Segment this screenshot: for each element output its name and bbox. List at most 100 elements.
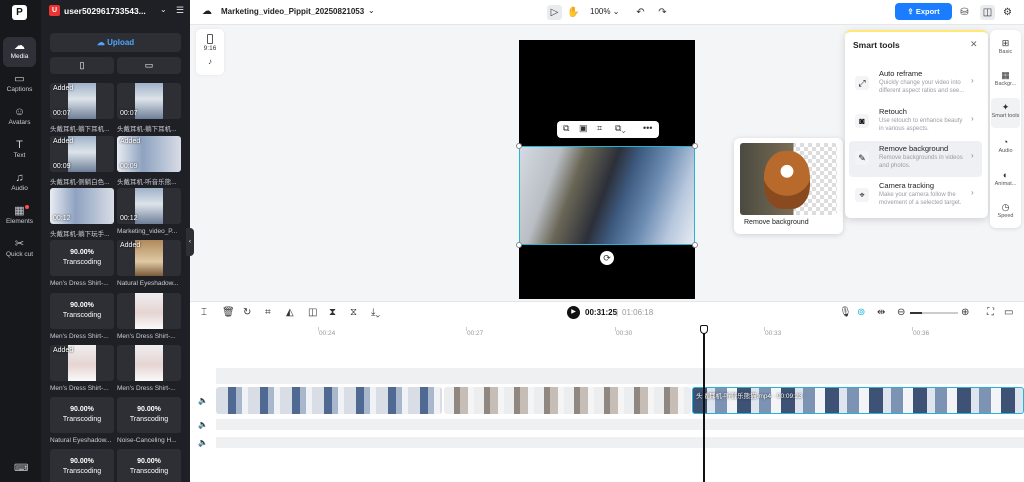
collapse-panel-handle[interactable]: ‹ bbox=[186, 228, 194, 256]
media-tile[interactable]: 90.00% Transcoding bbox=[50, 293, 114, 329]
more-icon[interactable]: ••• bbox=[643, 123, 652, 133]
keyboard-shortcuts-icon[interactable]: ⌨ bbox=[14, 463, 28, 474]
close-icon[interactable]: ✕ bbox=[970, 39, 978, 50]
phone-format-button[interactable]: ▯ bbox=[50, 57, 114, 74]
link-icon[interactable]: ⇹ bbox=[877, 307, 885, 318]
play-button[interactable]: ▶ bbox=[567, 306, 580, 319]
media-tile[interactable]: Added 00:09 bbox=[117, 136, 181, 172]
user-bar[interactable]: U user502961733543... ⌄ ☰ bbox=[49, 5, 184, 19]
smart-tool-auto-reframe[interactable]: ⤢ Auto reframe Quickly change your video… bbox=[849, 66, 982, 102]
media-tile[interactable]: Added 00:09 bbox=[50, 136, 114, 172]
zoom-out-icon[interactable]: ⊖ bbox=[897, 307, 905, 318]
nav-item-quick-cut[interactable]: ✂ Quick cut bbox=[3, 235, 36, 265]
media-tile[interactable]: Added 00:07 bbox=[50, 83, 114, 119]
chevron-down-icon[interactable]: ⌄ bbox=[160, 5, 167, 14]
chevron-down-icon[interactable]: ⌄ bbox=[368, 6, 375, 15]
media-tile[interactable]: 90.00% Transcoding bbox=[50, 397, 114, 433]
media-tile[interactable]: 00:07 bbox=[117, 83, 181, 119]
caption-icon[interactable]: ▭ bbox=[1004, 307, 1013, 318]
nav-item-captions[interactable]: ▭ Captions bbox=[3, 70, 36, 100]
audio-track[interactable] bbox=[216, 437, 1024, 448]
smart-tool-retouch[interactable]: ◙ Retouch Use retouch to enhance beauty … bbox=[849, 104, 982, 140]
delete-icon[interactable]: 🗑 bbox=[222, 307, 235, 318]
media-name: 头戴耳机-躺下耳机... bbox=[50, 126, 110, 133]
pointer-tool-icon[interactable]: ▷ bbox=[547, 5, 562, 20]
app-logo[interactable]: P bbox=[12, 5, 27, 20]
track-volume-icon[interactable]: 🔈 bbox=[198, 438, 208, 447]
export-button[interactable]: ⇪ Export bbox=[895, 3, 952, 20]
media-tile[interactable]: 00:12 bbox=[117, 188, 181, 224]
track-volume-icon[interactable]: 🔈 bbox=[198, 396, 208, 405]
nav-item-elements[interactable]: ▦ Elements bbox=[3, 202, 36, 232]
smart-crop-icon[interactable]: ▣ bbox=[579, 123, 588, 134]
audio-track[interactable] bbox=[216, 419, 1024, 430]
microphone-icon[interactable]: 🎙 bbox=[839, 307, 852, 318]
tab-background[interactable]: ▦ Backgr... bbox=[991, 66, 1020, 96]
panel-layout-icon[interactable]: ◫ bbox=[980, 5, 995, 20]
resize-handle[interactable] bbox=[516, 143, 522, 149]
nav-item-audio[interactable]: ♫ Audio bbox=[3, 169, 36, 199]
rotate-handle-icon[interactable]: ⟳ bbox=[600, 251, 614, 265]
media-tile[interactable]: 00:12 bbox=[50, 188, 114, 224]
video-clip[interactable] bbox=[444, 387, 691, 414]
flip-icon[interactable]: ◭ bbox=[286, 307, 294, 318]
media-tile[interactable] bbox=[117, 293, 181, 329]
duplicate-icon[interactable]: ⧉⌄ bbox=[615, 123, 626, 134]
video-clip[interactable] bbox=[216, 387, 442, 414]
hand-tool-icon[interactable]: ✋ bbox=[566, 5, 581, 20]
freeze-icon[interactable]: ⧗ bbox=[329, 307, 336, 318]
nav-item-media[interactable]: ☁ Media bbox=[3, 37, 36, 67]
selected-video-clip[interactable]: 头戴耳机-听音乐熊猫.mp4 · 00:09:23 bbox=[692, 387, 1024, 414]
timeline-zoom-slider[interactable] bbox=[910, 312, 958, 314]
tiktok-icon: ♪ bbox=[208, 57, 212, 66]
sort-icon[interactable]: ☰ bbox=[176, 5, 184, 16]
nav-item-avatars[interactable]: ☺ Avatars bbox=[3, 103, 36, 133]
resize-handle[interactable] bbox=[692, 143, 698, 149]
tab-audio[interactable]: ◔ Audio bbox=[991, 133, 1020, 163]
media-tile[interactable]: Added bbox=[50, 345, 114, 381]
resize-handle[interactable] bbox=[692, 242, 698, 248]
canvas-selected-video[interactable] bbox=[519, 146, 695, 245]
transcode-status: Transcoding bbox=[62, 312, 102, 319]
track-volume-icon[interactable]: 🔈 bbox=[198, 420, 208, 429]
aspect-ratio-picker[interactable]: 9:16 ♪ bbox=[196, 29, 224, 75]
media-tile[interactable]: 90.00% Transcoding bbox=[117, 449, 181, 482]
tab-animation[interactable]: ◐ Animat... bbox=[991, 166, 1020, 196]
crop-icon[interactable]: ⌗ bbox=[597, 123, 602, 134]
playhead-handle[interactable] bbox=[700, 325, 708, 334]
media-tile[interactable]: Added bbox=[117, 240, 181, 276]
download-icon[interactable]: ⤓⌄ bbox=[371, 307, 380, 318]
zoom-level[interactable]: 100% ⌄ bbox=[590, 7, 619, 16]
tab-speed[interactable]: ◷ Speed bbox=[991, 198, 1020, 228]
storage-icon[interactable]: ⛁ bbox=[957, 5, 972, 20]
loop-icon[interactable]: ↻ bbox=[243, 307, 251, 318]
fit-icon[interactable]: ⛶ bbox=[987, 307, 994, 318]
trim-icon[interactable]: ⧖ bbox=[350, 307, 357, 318]
smart-tool-remove-background[interactable]: ✎ Remove background Remove backgrounds i… bbox=[849, 141, 982, 177]
media-tile[interactable]: 90.00% Transcoding bbox=[117, 397, 181, 433]
transcode-status: Transcoding bbox=[62, 259, 102, 266]
magnet-icon[interactable]: ⊚ bbox=[857, 307, 865, 318]
redo-icon[interactable]: ↷ bbox=[655, 5, 670, 20]
smart-tool-camera-tracking[interactable]: ⌖ Camera tracking Make your camera follo… bbox=[849, 178, 982, 214]
nav-item-text[interactable]: T Text bbox=[3, 136, 36, 166]
tab-smart-tools[interactable]: ✦ Smart tools bbox=[991, 98, 1020, 128]
project-title[interactable]: Marketing_video_Pippit_20250821053 bbox=[221, 7, 364, 16]
split-icon[interactable]: ⌶ bbox=[201, 307, 207, 318]
media-tile[interactable]: 90.00% Transcoding bbox=[50, 449, 114, 482]
resize-handle[interactable] bbox=[516, 242, 522, 248]
crop-icon[interactable]: ⌗ bbox=[265, 307, 271, 318]
tab-basic[interactable]: ⊞ Basic bbox=[991, 34, 1020, 64]
playhead[interactable] bbox=[703, 325, 705, 482]
upload-button[interactable]: ☁ Upload bbox=[50, 33, 181, 52]
settings-icon[interactable]: ⚙ bbox=[1000, 5, 1015, 20]
screen-format-button[interactable]: ▭ bbox=[117, 57, 181, 74]
mirror-icon[interactable]: ◫ bbox=[308, 307, 317, 318]
media-tile[interactable] bbox=[117, 345, 181, 381]
replace-icon[interactable]: ⧉ bbox=[563, 123, 569, 134]
nav-item-label: Text bbox=[13, 152, 26, 159]
zoom-in-icon[interactable]: ⊕ bbox=[961, 307, 969, 318]
undo-icon[interactable]: ↶ bbox=[633, 5, 648, 20]
empty-track[interactable] bbox=[216, 368, 1024, 384]
media-tile[interactable]: 90.00% Transcoding bbox=[50, 240, 114, 276]
